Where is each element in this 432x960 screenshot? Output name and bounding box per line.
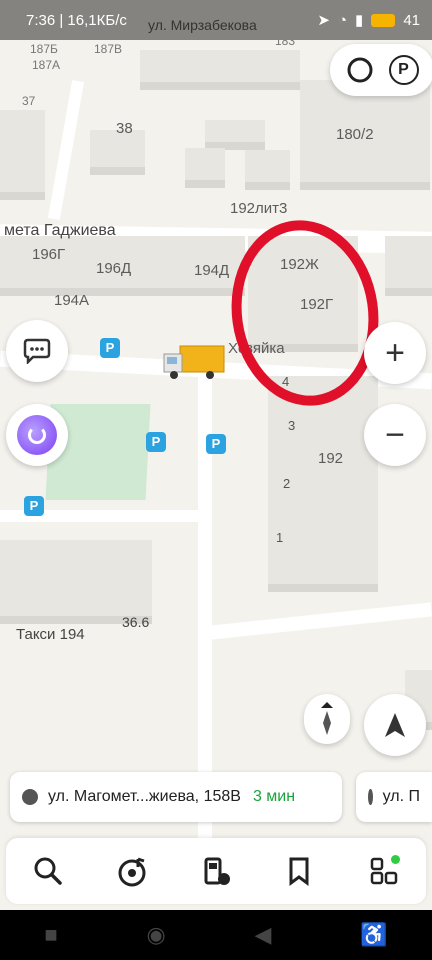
- recent-apps-icon[interactable]: ■: [44, 922, 57, 948]
- compass-icon: [321, 702, 333, 735]
- tab-bookmarks[interactable]: [276, 847, 324, 895]
- bottom-tab-bar: [6, 838, 426, 904]
- wifi-icon: ◔: [337, 11, 348, 29]
- parking-pin[interactable]: P: [146, 432, 166, 452]
- search-icon: [34, 857, 62, 885]
- route-eta: 3 мин: [252, 788, 296, 805]
- tab-services[interactable]: [360, 847, 408, 895]
- route-suggestion[interactable]: ул. Магомет...жиева, 158В 3 мин: [10, 772, 342, 822]
- accessibility-icon[interactable]: ♿: [360, 922, 387, 948]
- building-label: 196Д: [96, 260, 132, 277]
- building-label: 192: [318, 450, 344, 467]
- system-nav-bar: ■ ◉ ◀ ♿: [0, 910, 432, 960]
- building: [205, 120, 265, 150]
- parking-button[interactable]: P: [388, 55, 419, 85]
- poi-label-taxi[interactable]: Такси 194: [16, 626, 85, 643]
- compass-button[interactable]: [304, 694, 350, 744]
- building-label: 187В: [94, 42, 123, 56]
- building-label: 183: [275, 40, 296, 48]
- clock-icon: [22, 789, 38, 805]
- entrance-label: 1: [276, 530, 284, 545]
- status-time: 7:36 | 16,1КБ/с: [26, 12, 127, 29]
- building-label: 38: [116, 120, 133, 137]
- building-label: 187Б: [30, 42, 58, 56]
- building-label: 194Д: [194, 262, 230, 279]
- zoom-in-button[interactable]: +: [364, 322, 426, 384]
- battery-icon: [371, 13, 396, 27]
- alice-ring-icon: [28, 426, 46, 444]
- truck-marker-icon[interactable]: [162, 342, 226, 382]
- battery-level: 41: [403, 11, 420, 29]
- layers-icon[interactable]: [346, 56, 374, 84]
- top-right-controls: P: [330, 44, 432, 96]
- building-label: 187А: [32, 58, 61, 72]
- building: [0, 110, 45, 200]
- parking-pin[interactable]: P: [24, 496, 44, 516]
- navigation-button[interactable]: [364, 694, 426, 756]
- tab-gas-station[interactable]: [192, 847, 240, 895]
- street-label: мета Гаджиева: [4, 222, 116, 239]
- tab-music[interactable]: [108, 847, 156, 895]
- building: [185, 148, 225, 188]
- status-bar: 7:36 | 16,1КБ/с ул. Мирзабекова ➤ ◔ ▮ 41: [0, 0, 432, 40]
- building-label: 192лит3: [230, 200, 288, 217]
- gas-station-icon: [204, 857, 230, 885]
- parking-pin[interactable]: P: [206, 434, 226, 454]
- tab-search[interactable]: [24, 847, 72, 895]
- building: [385, 236, 432, 296]
- zoom-out-button[interactable]: −: [364, 404, 426, 466]
- building: [245, 150, 290, 190]
- alice-icon: [17, 415, 57, 455]
- route-address: ул. Магомет...жиева, 158В: [48, 788, 241, 805]
- road: [209, 602, 432, 640]
- location-icon: ➤: [317, 12, 330, 29]
- clock-icon: [368, 789, 373, 805]
- navigation-arrow-icon: [385, 713, 405, 737]
- poi-label-pharmacy[interactable]: 36.6: [122, 614, 149, 630]
- parking-pin[interactable]: P: [100, 338, 120, 358]
- building-label: 37: [22, 94, 36, 108]
- notification-dot: [391, 855, 400, 864]
- alice-assistant-button[interactable]: [6, 404, 68, 466]
- road: [47, 80, 85, 220]
- back-icon[interactable]: ◀: [254, 922, 271, 948]
- signal-icon: ▮: [355, 12, 364, 29]
- status-street-peek: ул. Мирзабекова: [148, 17, 257, 33]
- entrance-label: 2: [283, 476, 291, 491]
- route-suggestion[interactable]: ул. П: [356, 772, 432, 822]
- building-label: 180/2: [336, 126, 374, 143]
- status-icons: ➤ ◔ ▮ 41: [317, 11, 420, 30]
- bookmarks-icon: [289, 857, 309, 886]
- building-label: 194А: [54, 292, 90, 309]
- building: [140, 50, 300, 90]
- entrance-label: 3: [288, 418, 296, 433]
- chat-bubble-icon: [23, 338, 51, 364]
- route-address: ул. П: [382, 788, 420, 805]
- home-icon[interactable]: ◉: [146, 922, 165, 948]
- building-label: 196Г: [32, 246, 66, 263]
- music-icon: [118, 857, 146, 887]
- chat-button[interactable]: [6, 320, 68, 382]
- building: [0, 540, 152, 624]
